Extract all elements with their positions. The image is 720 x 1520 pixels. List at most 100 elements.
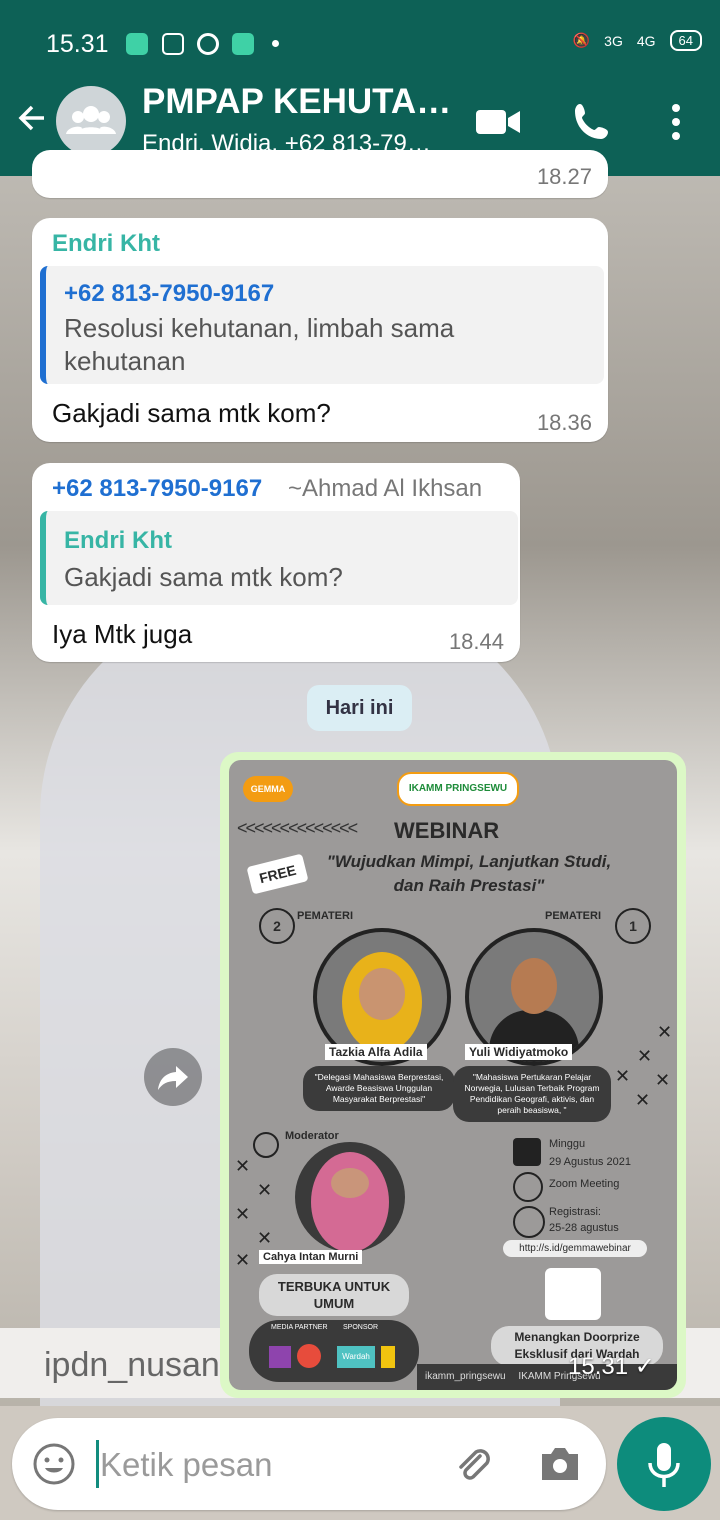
forward-icon	[158, 1066, 188, 1090]
network-3g-label: 3G	[604, 32, 623, 49]
moderator-hijab	[311, 1152, 389, 1252]
moderator-name: Cahya Intan Murni	[259, 1250, 363, 1264]
date-divider: Hari ini	[307, 685, 412, 731]
speaker-1-description: "Mahasiswa Pertukaran Pelajar Norwegia, …	[453, 1066, 611, 1122]
sent-check-icon: ✓	[634, 1353, 655, 1380]
speaker-1-face	[511, 958, 557, 1014]
image-message-time: 15.31 ✓	[568, 1353, 655, 1380]
registration-link: http://s.id/gemmawebinar	[503, 1240, 647, 1257]
messages-notification-icon	[126, 33, 148, 55]
open-to-public-label: TERBUKA UNTUK UMUM	[259, 1274, 409, 1316]
decorative-x-icon: ✕	[635, 1090, 651, 1110]
video-call-icon[interactable]	[472, 96, 524, 148]
speaker-1-name: Yuli Widiyatmoko	[465, 1044, 573, 1060]
message-time: 18.44	[448, 629, 504, 654]
message-input[interactable]	[98, 1440, 422, 1490]
battery-icon: 64	[669, 30, 702, 51]
event-platform: Zoom Meeting	[549, 1178, 620, 1190]
poster-heading: WEBINAR	[394, 818, 500, 843]
decorative-x-icon: ✕	[235, 1204, 251, 1224]
free-tag: FREE	[246, 853, 309, 895]
quoted-sender: Endri Kht	[64, 527, 172, 554]
status-time: 15.31	[46, 30, 109, 58]
mute-icon: 🔕	[572, 32, 591, 48]
group-avatar[interactable]	[56, 86, 126, 156]
microphone-icon	[253, 1132, 279, 1158]
decorative-x-icon: ✕	[257, 1180, 273, 1200]
speaker-2-number: 2	[259, 908, 295, 944]
group-icon	[66, 106, 116, 134]
attachment-icon[interactable]	[450, 1442, 494, 1486]
moderator-label: Moderator	[285, 1130, 339, 1142]
moderator-face	[331, 1168, 369, 1198]
event-date: 29 Agustus 2021	[549, 1156, 631, 1168]
speaker-2-name: Tazkia Alfa Adila	[325, 1044, 427, 1060]
gemma-logo: GEMMA	[243, 776, 293, 802]
quoted-sender: +62 813-7950-9167	[64, 280, 275, 307]
message-text: Iya Mtk juga	[52, 619, 193, 649]
chat-title[interactable]: PMPAP KEHUTA…	[142, 82, 451, 122]
message-time: 18.36	[536, 410, 592, 435]
speaker-1-label: PEMATERI	[545, 910, 602, 922]
partner-logo	[381, 1346, 395, 1368]
message-composer	[12, 1418, 606, 1510]
speaker-2-label: PEMATERI	[297, 910, 354, 922]
partner-logo	[269, 1346, 291, 1368]
sponsor-label: SPONSOR	[343, 1324, 379, 1331]
back-arrow-icon[interactable]	[14, 100, 50, 144]
calendar-icon	[513, 1138, 541, 1166]
media-partner-label: MEDIA PARTNER	[271, 1324, 328, 1331]
status-bar: 15.31 🔕 3G 4G 64	[0, 0, 720, 64]
more-notifications-icon	[272, 40, 279, 47]
message-text: Gakjadi sama mtk kom?	[52, 398, 331, 428]
ikamm-logo: IKAMM PRINGSEWU	[397, 772, 519, 806]
decorative-x-icon: ✕	[655, 1070, 671, 1090]
moderator-photo	[295, 1142, 405, 1252]
webinar-poster-image[interactable]: GEMMA IKAMM PRINGSEWU <<<<<<<<<<<<<< WEB…	[229, 760, 677, 1390]
wardah-logo: Wardah	[337, 1346, 375, 1368]
microphone-icon	[648, 1443, 680, 1487]
quoted-message[interactable]: Endri Kht Gakjadi sama mtk kom?	[40, 511, 518, 605]
chevron-decoration-icon: <<<<<<<<<<<<<<	[237, 818, 358, 838]
decorative-x-icon: ✕	[235, 1250, 251, 1270]
partner-logo	[297, 1344, 321, 1368]
more-options-icon[interactable]	[650, 96, 702, 148]
poster-theme: "Wujudkan Mimpi, Lanjutkan Studi, dan Ra…	[326, 852, 612, 895]
shopping-bag-icon	[545, 1268, 601, 1320]
speaker-2-description: "Delegasi Mahasiswa Berprestasi, Awarde …	[303, 1066, 455, 1111]
quoted-text: Gakjadi sama mtk kom?	[64, 562, 343, 592]
sender-phone: +62 813-7950-9167	[52, 475, 263, 502]
message-bubble[interactable]: Endri Kht +62 813-7950-9167 Resolusi keh…	[32, 218, 608, 442]
message-time: 18.27	[536, 164, 592, 189]
quoted-text: Resolusi kehutanan, limbah sama kehutana…	[64, 313, 455, 376]
decorative-x-icon: ✕	[657, 1022, 673, 1042]
voice-call-icon[interactable]	[566, 96, 618, 148]
camera-icon[interactable]	[538, 1444, 582, 1484]
app-notification-icon	[232, 33, 254, 55]
message-bubble[interactable]: +62 813-7950-9167 ~Ahmad Al Ikhsan Endri…	[32, 463, 520, 662]
sender-alias: ~Ahmad Al Ikhsan	[288, 475, 483, 502]
sender-name: Endri Kht	[52, 230, 160, 257]
instagram-notification-icon	[162, 33, 184, 55]
speaker-1-number: 1	[615, 908, 651, 944]
partners-panel: MEDIA PARTNER SPONSOR Wardah	[249, 1320, 419, 1382]
instagram-handle: ikamm_pringsewu	[425, 1371, 506, 1382]
globe-icon	[513, 1206, 545, 1238]
voice-record-button[interactable]	[617, 1417, 711, 1511]
image-message-bubble[interactable]: GEMMA IKAMM PRINGSEWU <<<<<<<<<<<<<< WEB…	[220, 752, 686, 1398]
quoted-message[interactable]: +62 813-7950-9167 Resolusi kehutanan, li…	[40, 266, 604, 384]
registration-label: Registrasi:	[549, 1206, 601, 1218]
decorative-x-icon: ✕	[235, 1156, 251, 1176]
registration-dates: 25-28 agustus	[549, 1222, 619, 1234]
decorative-x-icon: ✕	[257, 1228, 273, 1248]
emoji-icon[interactable]	[32, 1442, 76, 1486]
speaker-2-face	[359, 968, 405, 1020]
chrome-notification-icon	[197, 33, 219, 55]
forward-button[interactable]	[144, 1048, 202, 1106]
network-4g-label: 4G	[636, 32, 656, 49]
decorative-x-icon: ✕	[637, 1046, 653, 1066]
previous-message-bubble[interactable]: 18.27	[32, 150, 608, 198]
decorative-x-icon: ✕	[615, 1066, 631, 1086]
event-day: Minggu	[549, 1138, 586, 1150]
video-camera-icon	[513, 1172, 543, 1202]
